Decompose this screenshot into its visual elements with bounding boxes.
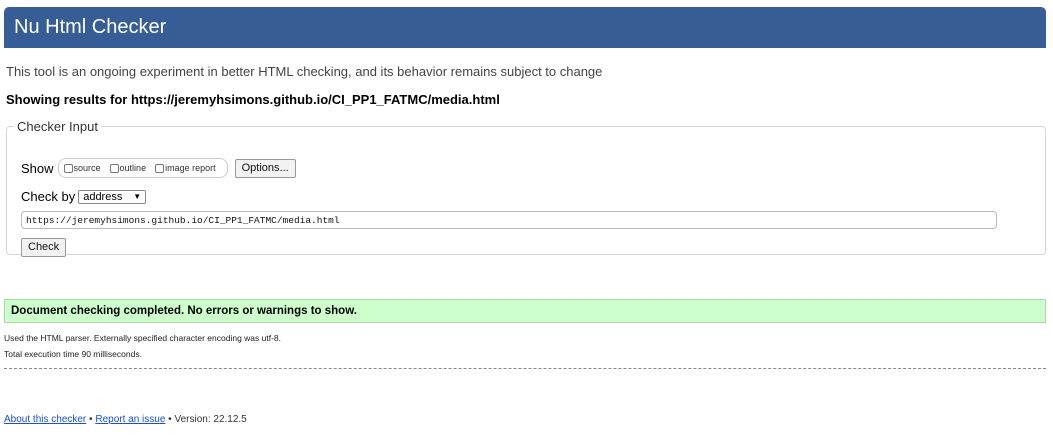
source-label: source bbox=[73, 163, 101, 173]
checker-input-legend: Checker Input bbox=[17, 119, 98, 134]
divider bbox=[4, 368, 1046, 369]
page-header: Nu Html Checker bbox=[4, 7, 1046, 48]
check-by-select[interactable]: address ▼ bbox=[78, 189, 147, 204]
success-message: Document checking completed. No errors o… bbox=[4, 299, 1046, 323]
show-row: Show source outline image report Options… bbox=[21, 158, 296, 178]
show-image-report-option[interactable]: image report bbox=[155, 163, 216, 173]
check-button[interactable]: Check bbox=[21, 238, 67, 257]
outline-checkbox[interactable] bbox=[109, 163, 119, 173]
parser-info: Used the HTML parser. Externally specifi… bbox=[4, 333, 282, 343]
chevron-down-icon: ▼ bbox=[133, 192, 142, 201]
results-heading: Showing results for https://jeremyhsimon… bbox=[6, 92, 500, 107]
about-checker-link[interactable]: About this checker bbox=[4, 414, 86, 425]
check-by-label: Check by bbox=[21, 189, 76, 204]
checker-input-fieldset: Checker Input Show source outline image … bbox=[6, 119, 1046, 257]
options-button[interactable]: Options... bbox=[234, 158, 296, 178]
page-title: Nu Html Checker bbox=[14, 16, 167, 38]
footer-separator: • bbox=[89, 414, 93, 425]
check-by-row: Check by address ▼ bbox=[21, 189, 147, 204]
tagline: This tool is an ongoing experiment in be… bbox=[6, 64, 603, 79]
image-report-label: image report bbox=[165, 163, 216, 173]
outline-label: outline bbox=[119, 163, 147, 173]
report-issue-link[interactable]: Report an issue bbox=[95, 414, 165, 425]
footer: About this checker • Report an issue • V… bbox=[4, 414, 247, 425]
result-details: Used the HTML parser. Externally specifi… bbox=[4, 330, 281, 362]
image-report-checkbox[interactable] bbox=[155, 163, 165, 173]
show-options-group: source outline image report bbox=[57, 158, 228, 178]
show-source-option[interactable]: source bbox=[63, 163, 101, 173]
url-input[interactable]: https://jeremyhsimons.github.io/CI_PP1_F… bbox=[21, 211, 997, 229]
show-outline-option[interactable]: outline bbox=[109, 163, 147, 173]
execution-time: Total execution time 90 milliseconds. bbox=[4, 349, 142, 359]
check-by-value: address bbox=[83, 190, 123, 203]
show-label: Show bbox=[21, 160, 54, 176]
source-checkbox[interactable] bbox=[63, 163, 73, 173]
version-text: Version: 22.12.5 bbox=[174, 414, 247, 425]
footer-separator: • bbox=[168, 414, 172, 425]
